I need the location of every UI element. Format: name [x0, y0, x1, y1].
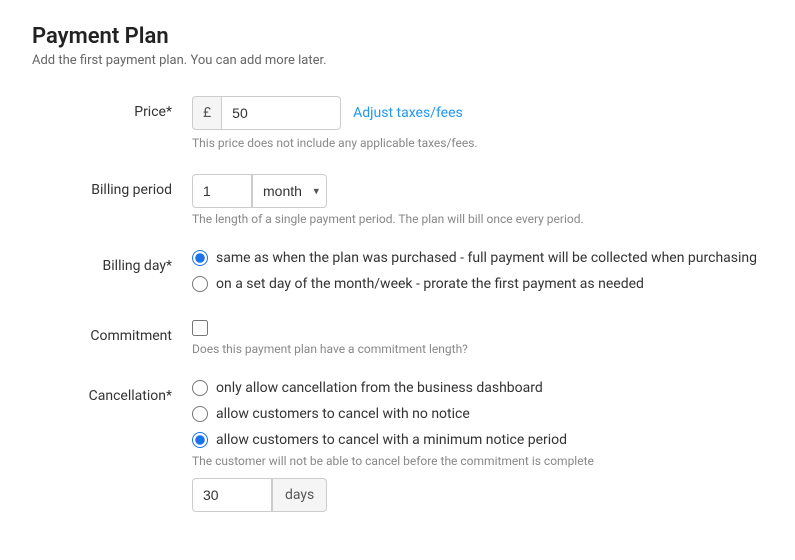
period-select-wrapper: month week year day [252, 174, 327, 208]
period-select[interactable]: month week year day [252, 174, 327, 208]
adjust-taxes-link[interactable]: Adjust taxes/fees [353, 105, 463, 121]
billing-day-option-1[interactable]: same as when the plan was purchased - fu… [192, 250, 763, 266]
billing-day-option-2[interactable]: on a set day of the month/week - prorate… [192, 276, 763, 292]
billing-day-label: Billing day* [32, 250, 192, 274]
page-title: Payment Plan [32, 24, 763, 49]
billing-period-label: Billing period [32, 174, 192, 198]
currency-symbol: £ [192, 96, 221, 130]
page-subtitle: Add the first payment plan. You can add … [32, 53, 763, 68]
days-input[interactable] [192, 478, 272, 512]
cancellation-content: only allow cancellation from the busines… [192, 380, 763, 512]
cancellation-radio-2[interactable] [192, 406, 208, 422]
commitment-label: Commitment [32, 320, 192, 344]
billing-period-row: Billing period month week year day The l… [32, 174, 763, 226]
days-group: days [192, 478, 763, 512]
commitment-hint: Does this payment plan have a commitment… [192, 342, 763, 356]
cancellation-radio-group: only allow cancellation from the busines… [192, 380, 763, 448]
billing-day-option-2-label: on a set day of the month/week - prorate… [216, 276, 644, 292]
cancellation-option-3-label: allow customers to cancel with a minimum… [216, 432, 567, 448]
billing-day-row: Billing day* same as when the plan was p… [32, 250, 763, 296]
price-hint: This price does not include any applicab… [192, 136, 763, 150]
cancellation-radio-3[interactable] [192, 432, 208, 448]
price-input-group: £ Adjust taxes/fees [192, 96, 763, 130]
billing-period-content: month week year day The length of a sing… [192, 174, 763, 226]
billing-day-content: same as when the plan was purchased - fu… [192, 250, 763, 296]
cancellation-radio-1[interactable] [192, 380, 208, 396]
billing-day-radio-1[interactable] [192, 250, 208, 266]
days-suffix: days [272, 478, 327, 512]
price-input[interactable] [221, 96, 341, 130]
cancellation-option-1-label: only allow cancellation from the busines… [216, 380, 543, 396]
cancellation-option-2-label: allow customers to cancel with no notice [216, 406, 470, 422]
commitment-content: Does this payment plan have a commitment… [192, 320, 763, 356]
billing-day-radio-2[interactable] [192, 276, 208, 292]
price-row: Price* £ Adjust taxes/fees This price do… [32, 96, 763, 150]
billing-day-radio-group: same as when the plan was purchased - fu… [192, 250, 763, 292]
cancellation-row: Cancellation* only allow cancellation fr… [32, 380, 763, 512]
period-number-input[interactable] [192, 174, 252, 208]
price-content: £ Adjust taxes/fees This price does not … [192, 96, 763, 150]
commitment-checkbox[interactable] [192, 320, 208, 336]
cancellation-option-2[interactable]: allow customers to cancel with no notice [192, 406, 763, 422]
cancellation-hint: The customer will not be able to cancel … [192, 454, 763, 468]
cancellation-option-1[interactable]: only allow cancellation from the busines… [192, 380, 763, 396]
billing-period-group: month week year day [192, 174, 763, 208]
billing-period-hint: The length of a single payment period. T… [192, 212, 763, 226]
cancellation-option-3[interactable]: allow customers to cancel with a minimum… [192, 432, 763, 448]
cancellation-label: Cancellation* [32, 380, 192, 404]
price-label: Price* [32, 96, 192, 120]
commitment-row: Commitment Does this payment plan have a… [32, 320, 763, 356]
billing-day-option-1-label: same as when the plan was purchased - fu… [216, 250, 757, 266]
commitment-checkbox-item [192, 320, 763, 336]
